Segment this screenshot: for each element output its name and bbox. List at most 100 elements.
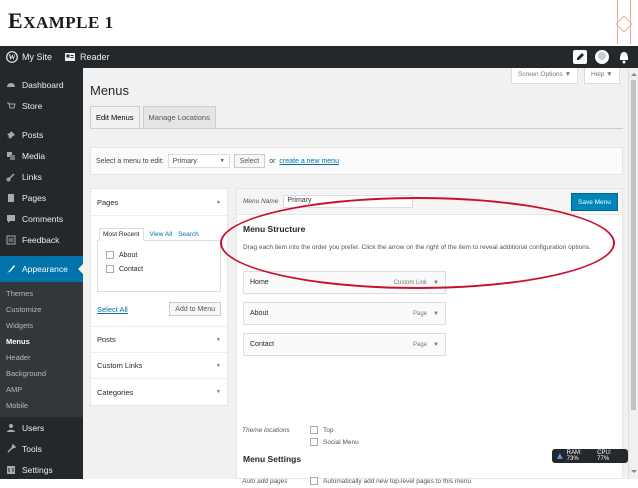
reader-button[interactable]: Reader: [58, 46, 116, 68]
help-button[interactable]: Help ▼: [584, 68, 620, 84]
sidebar-item-store[interactable]: Store: [0, 95, 83, 116]
menu-item-home[interactable]: Home Custom Link ▼: [243, 271, 446, 294]
tabs-divider: [90, 128, 623, 129]
menu-item-contact[interactable]: Contact Page ▼: [243, 333, 446, 356]
feedback-icon: [6, 235, 16, 244]
media-icon: [7, 151, 15, 160]
sidebar-item-media[interactable]: Media: [0, 145, 83, 166]
expand-arrow-icon: ▼: [216, 389, 221, 395]
tab-edit-menus[interactable]: Edit Menus: [90, 106, 140, 129]
avatar[interactable]: [594, 49, 610, 65]
admin-sidebar: Dashboard Store Posts Media Links Pages …: [0, 68, 83, 479]
main-content: Screen Options ▼ Help ▼ Menus Edit Menus…: [83, 68, 628, 485]
theme-locations: Theme locations Top Social Menu: [242, 426, 359, 446]
create-menu-link[interactable]: create a new menu: [279, 158, 339, 165]
sidebar-item-links[interactable]: Links: [0, 166, 83, 187]
sidebar-item-appearance[interactable]: Appearance: [0, 256, 83, 282]
tab-most-recent[interactable]: Most Recent: [99, 228, 144, 241]
pin-icon: [7, 130, 15, 139]
menu-structure-title: Menu Structure: [243, 224, 306, 234]
submenu-header[interactable]: Header: [0, 349, 83, 365]
comments-icon: [7, 214, 15, 223]
menu-item-about[interactable]: About Page ▼: [243, 302, 446, 325]
sidebar-item-comments[interactable]: Comments: [0, 208, 83, 229]
scroll-up-arrow-icon[interactable]: [631, 70, 637, 76]
save-menu-button[interactable]: Save Menu: [571, 193, 618, 211]
store-icon: [7, 102, 16, 108]
submenu-customize[interactable]: Customize: [0, 301, 83, 317]
expand-arrow-icon: ▼: [216, 362, 221, 369]
add-to-menu-button[interactable]: Add to Menu: [169, 302, 221, 316]
my-site-link[interactable]: My Site: [22, 52, 52, 62]
sidebar-item-dashboard[interactable]: Dashboard: [0, 74, 83, 95]
sidebar-item-feedback[interactable]: Feedback: [0, 229, 83, 250]
dropdown-arrow-icon: ▼: [219, 158, 225, 164]
scroll-down-arrow-icon[interactable]: [631, 470, 637, 476]
submenu-mobile[interactable]: Mobile: [0, 397, 83, 413]
write-icon[interactable]: [572, 49, 588, 65]
menu-select-row: Select a menu to edit: Primary ▼ Select …: [90, 147, 623, 175]
appearance-submenu: Themes Customize Widgets Menus Header Ba…: [0, 282, 83, 417]
submenu-themes[interactable]: Themes: [0, 285, 83, 301]
system-monitor-badge: RAM: 73% CPU: 77%: [552, 449, 628, 463]
pages-section-body: Most Recent View All Search About Contac…: [91, 216, 227, 327]
menu-select-dropdown[interactable]: Primary ▼: [167, 154, 230, 168]
wordpress-icon: W: [6, 51, 18, 63]
monitor-icon: [556, 453, 563, 459]
menu-structure-description: Drag each item into the order you prefer…: [243, 244, 591, 251]
or-text: or: [269, 157, 276, 165]
select-button[interactable]: Select: [233, 154, 266, 168]
custom-links-section-header[interactable]: Custom Links ▼: [91, 353, 227, 379]
submenu-menus[interactable]: Menus: [0, 333, 83, 349]
tab-view-all[interactable]: View All: [150, 231, 173, 241]
collapse-arrow-icon: ▲: [216, 199, 221, 205]
sidebar-item-tools[interactable]: Tools: [0, 438, 83, 459]
page-scrollbar[interactable]: [628, 68, 638, 479]
nav-tabs: Edit Menus Manage Locations: [90, 106, 216, 129]
admin-bar: W My Site Reader: [0, 46, 638, 68]
item-toggle-arrow-icon[interactable]: ▼: [433, 311, 439, 317]
reader-label: Reader: [80, 52, 110, 62]
expand-arrow-icon: ▼: [216, 336, 221, 343]
sidebar-item-settings[interactable]: Settings: [0, 459, 83, 480]
page-checkbox-contact[interactable]: [106, 265, 114, 273]
select-all-link[interactable]: Select All: [97, 305, 128, 314]
svg-text:W: W: [9, 54, 16, 62]
menu-header: Menu Name Primary: [237, 189, 622, 215]
users-icon: [7, 423, 15, 432]
submenu-background[interactable]: Background: [0, 365, 83, 381]
tab-manage-locations[interactable]: Manage Locations: [142, 106, 216, 129]
pages-checklist: About Contact: [97, 240, 221, 292]
page-checkbox-about[interactable]: [106, 251, 114, 259]
theme-locations-label: Theme locations: [242, 426, 290, 434]
auto-add-checkbox[interactable]: [310, 477, 318, 485]
pages-icon: [8, 193, 14, 202]
link-icon: [6, 172, 15, 181]
sidebar-item-users[interactable]: Users: [0, 417, 83, 438]
appearance-icon: [7, 265, 15, 273]
sidebar-item-pages[interactable]: Pages: [0, 187, 83, 208]
list-item: Contact: [106, 262, 212, 276]
item-toggle-arrow-icon[interactable]: ▼: [433, 280, 439, 286]
pages-tabs: Most Recent View All Search: [97, 225, 221, 241]
dashboard-icon: [7, 82, 15, 87]
notifications-icon[interactable]: [616, 49, 632, 65]
submenu-amp[interactable]: AMP: [0, 381, 83, 397]
reader-icon: [65, 53, 76, 61]
tab-search[interactable]: Search: [178, 231, 199, 241]
categories-section-header[interactable]: Categories ▼: [91, 379, 227, 405]
add-menu-items-panel: Pages ▲ Most Recent View All Search Abou…: [90, 188, 228, 406]
item-toggle-arrow-icon[interactable]: ▼: [433, 342, 439, 348]
location-checkbox-social[interactable]: [310, 438, 318, 446]
location-checkbox-top[interactable]: [310, 426, 318, 434]
sidebar-item-posts[interactable]: Posts: [0, 124, 83, 145]
screen-options-button[interactable]: Screen Options ▼: [511, 68, 579, 84]
posts-section-header[interactable]: Posts ▼: [91, 327, 227, 353]
submenu-widgets[interactable]: Widgets: [0, 317, 83, 333]
page-title: Menus: [90, 83, 130, 98]
menu-name-input[interactable]: Primary: [283, 195, 414, 208]
pages-section-header[interactable]: Pages ▲: [91, 189, 227, 216]
select-menu-label: Select a menu to edit:: [96, 157, 164, 165]
wordpress-logo-button[interactable]: W My Site: [0, 46, 58, 68]
scroll-thumb[interactable]: [631, 80, 636, 410]
